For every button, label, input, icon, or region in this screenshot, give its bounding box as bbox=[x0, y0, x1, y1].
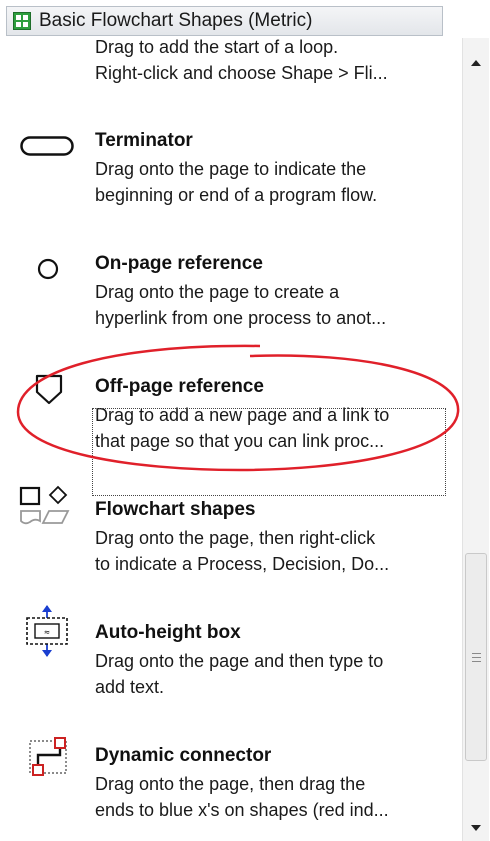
shape-description: Drag onto the page to create a hyperlink… bbox=[95, 279, 450, 331]
desc-line: Drag onto the page and then type to bbox=[95, 651, 384, 671]
desc-line: Drag onto the page, then right-click bbox=[95, 528, 376, 548]
grip-icon bbox=[471, 650, 481, 665]
stencil-grid-icon bbox=[13, 12, 31, 30]
on-page-reference-icon bbox=[37, 258, 59, 280]
arrow-up-icon bbox=[471, 60, 481, 66]
scroll-down-button[interactable] bbox=[463, 815, 489, 841]
shape-description: Drag to add the start of a loop. Right-c… bbox=[95, 36, 450, 86]
arrow-down-icon bbox=[471, 825, 481, 831]
desc-line: Drag to add the start of a loop. bbox=[95, 37, 339, 57]
desc-line: add text. bbox=[95, 677, 165, 697]
vertical-scrollbar[interactable] bbox=[462, 38, 489, 841]
desc-line: Drag onto the page to indicate the bbox=[95, 159, 367, 179]
stencil-title-button[interactable]: Basic Flowchart Shapes (Metric) bbox=[6, 6, 443, 36]
desc-line: to indicate a Process, Decision, Do... bbox=[95, 554, 390, 574]
terminator-icon bbox=[20, 136, 74, 156]
shape-description: Drag onto the page and then type to add … bbox=[95, 648, 450, 700]
desc-line: ends to blue x's on shapes (red ind... bbox=[95, 800, 389, 820]
shape-description: Drag onto the page to indicate the begin… bbox=[95, 156, 450, 208]
scroll-up-button[interactable] bbox=[463, 38, 489, 88]
svg-text:≈: ≈ bbox=[44, 628, 50, 638]
stencil-titlebar: Basic Flowchart Shapes (Metric) bbox=[0, 0, 490, 38]
dynamic-connector-icon bbox=[29, 737, 67, 776]
shape-name: Auto-height box bbox=[95, 622, 241, 643]
desc-line: beginning or end of a program flow. bbox=[95, 185, 378, 205]
shape-description: Drag onto the page, then right-click to … bbox=[95, 525, 450, 577]
desc-line: Right-click and choose Shape > Fli... bbox=[95, 63, 388, 83]
selection-focus-rect bbox=[92, 408, 446, 496]
shape-name: Terminator bbox=[95, 130, 193, 151]
auto-height-box-icon: ≈ bbox=[26, 605, 68, 657]
off-page-reference-icon bbox=[35, 374, 63, 405]
desc-line: hyperlink from one process to anot... bbox=[95, 308, 387, 328]
shape-name: Flowchart shapes bbox=[95, 499, 256, 520]
flowchart-shapes-icon bbox=[19, 485, 70, 525]
desc-line: Drag onto the page to create a bbox=[95, 282, 340, 302]
shape-name: On-page reference bbox=[95, 253, 263, 274]
shape-name: Dynamic connector bbox=[95, 745, 272, 766]
shape-list: Drag to add the start of a loop. Right-c… bbox=[0, 36, 462, 841]
shape-description: Drag onto the page, then drag the ends t… bbox=[95, 771, 450, 823]
scrollbar-thumb[interactable] bbox=[465, 553, 487, 761]
shape-name: Off-page reference bbox=[95, 376, 264, 397]
desc-line: Drag onto the page, then drag the bbox=[95, 774, 366, 794]
stencil-title: Basic Flowchart Shapes (Metric) bbox=[39, 10, 313, 31]
